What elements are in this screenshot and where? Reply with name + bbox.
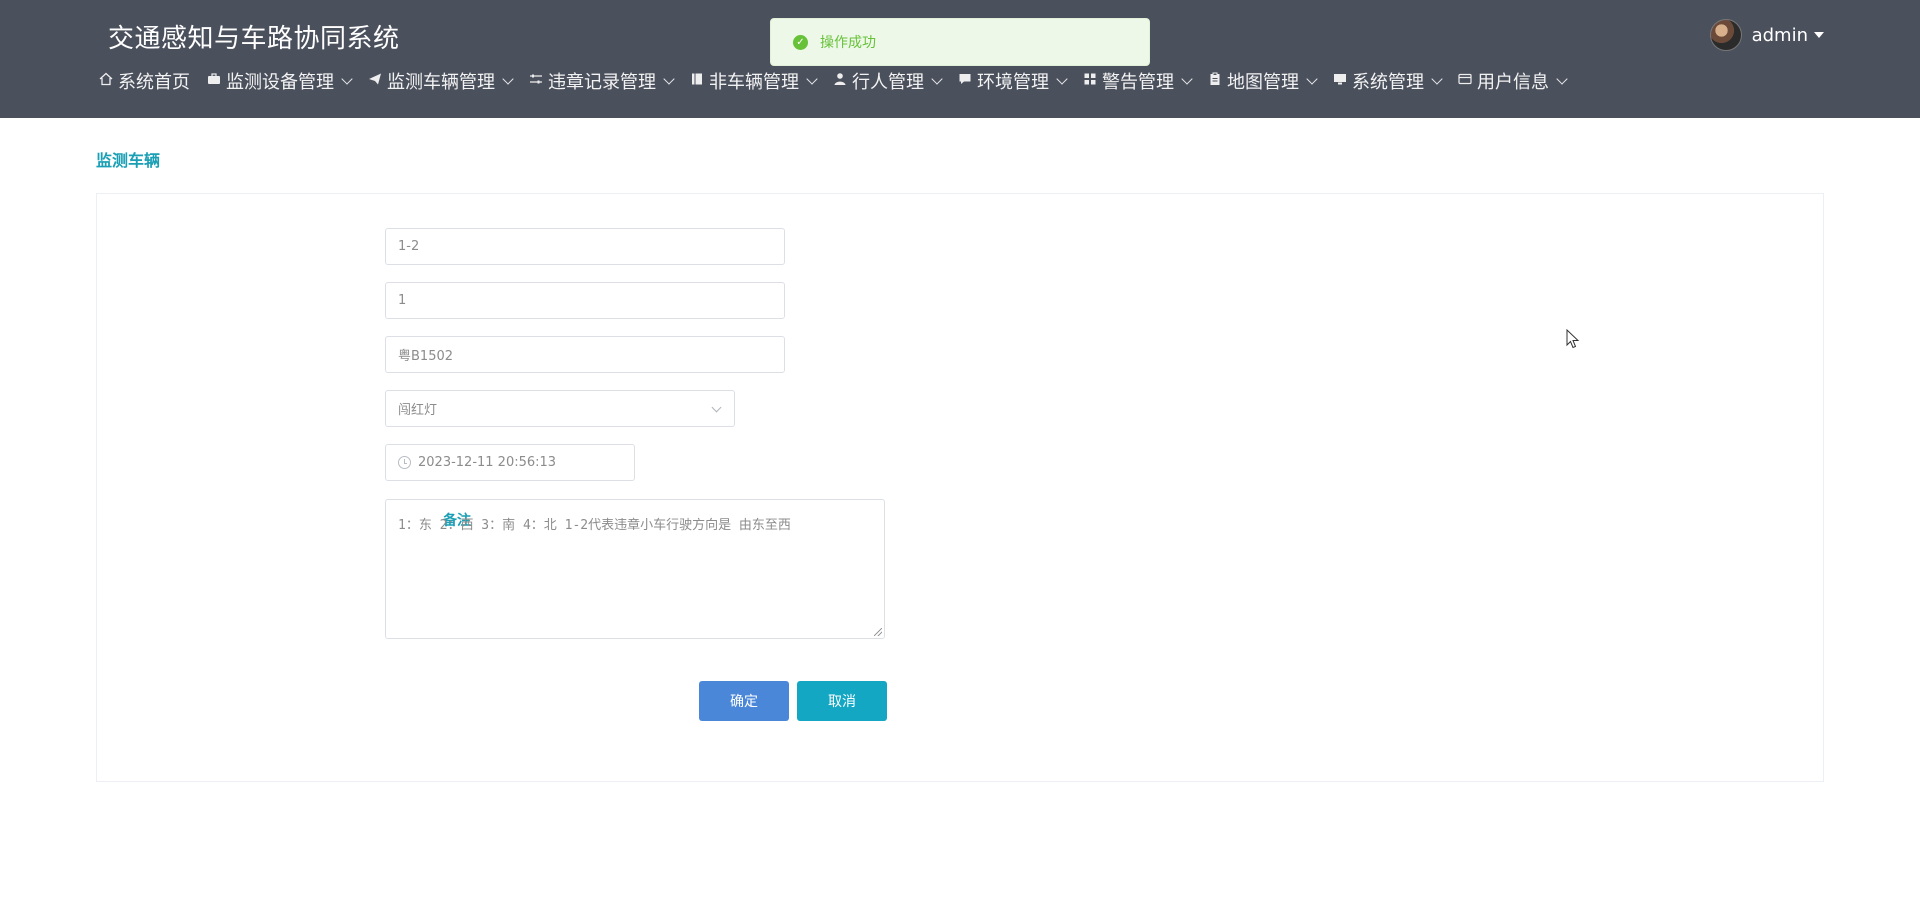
nav-item-map[interactable]: 地图管理: [1207, 68, 1318, 94]
plate-input[interactable]: 粤B1502: [385, 336, 785, 373]
nav-item-pedestrian[interactable]: 行人管理: [832, 68, 943, 94]
direction-no-input[interactable]: 1-2: [385, 228, 785, 265]
nav-item-label: 非车辆管理: [709, 72, 799, 93]
nav-item-system[interactable]: 系统管理: [1332, 68, 1443, 94]
avatar[interactable]: [1709, 19, 1742, 51]
card-icon: [1457, 72, 1473, 90]
direction-no-value: 1-2: [398, 239, 420, 254]
form-panel: 方位编号 1-2 小车牌号 1 车牌号码 粤B1502 类型 闯红灯 时间 20…: [96, 193, 1824, 782]
time-value: 2023-12-11 20:56:13: [418, 455, 557, 470]
main-nav: 系统首页 监测设备管理 监测车辆管理 违章记录管理 非车辆管理 行人管理 环境管…: [98, 68, 1582, 94]
book-icon: [689, 72, 705, 90]
nav-item-label: 行人管理: [852, 72, 924, 93]
monitor-icon: [1332, 72, 1348, 90]
time-picker[interactable]: 2023-12-11 20:56:13: [385, 444, 635, 481]
chevron-down-icon: [1431, 72, 1443, 85]
nav-item-user-info[interactable]: 用户信息: [1457, 68, 1568, 94]
app-title: 交通感知与车路协同系统: [108, 24, 400, 54]
nav-item-home[interactable]: 系统首页: [98, 68, 190, 94]
nav-item-warning[interactable]: 警告管理: [1082, 68, 1193, 94]
resize-grip-icon[interactable]: [874, 628, 882, 636]
toast-message: 操作成功: [820, 35, 876, 51]
nav-item-label: 用户信息: [1477, 72, 1549, 93]
chevron-down-icon: [1056, 72, 1068, 85]
grid-icon: [1082, 72, 1098, 90]
nav-item-label: 警告管理: [1102, 72, 1174, 93]
user-menu[interactable]: admin: [1709, 18, 1824, 52]
nav-item-label: 系统管理: [1352, 72, 1424, 93]
success-toast: ✓ 操作成功: [770, 18, 1150, 66]
chevron-down-icon: [1181, 72, 1193, 85]
remark-textarea[interactable]: 1：东 2：西 3：南 4：北 1-2代表违章小车行驶方向是 由东至西: [385, 499, 885, 639]
comment-icon: [957, 72, 973, 90]
username: admin: [1751, 24, 1808, 46]
sliders-icon: [528, 72, 544, 90]
chevron-down-icon: [806, 72, 818, 85]
chevron-down-icon: [502, 72, 514, 85]
chevron-down-icon: [663, 72, 675, 85]
car-no-input[interactable]: 1: [385, 282, 785, 319]
nav-item-label: 系统首页: [118, 72, 190, 93]
nav-item-vehicle[interactable]: 监测车辆管理: [367, 68, 514, 94]
person-icon: [832, 72, 848, 90]
chevron-down-icon: [711, 402, 722, 413]
type-select[interactable]: 闯红灯: [385, 390, 735, 427]
nav-item-label: 监测设备管理: [226, 72, 334, 93]
cancel-button[interactable]: 取消: [797, 681, 887, 721]
chevron-down-icon: [1306, 72, 1318, 85]
mouse-cursor-icon: [1566, 329, 1580, 349]
nav-item-nonvehicle[interactable]: 非车辆管理: [689, 68, 818, 94]
check-circle-icon: ✓: [793, 34, 808, 50]
chevron-down-icon: [1556, 72, 1568, 85]
confirm-button[interactable]: 确定: [699, 681, 789, 721]
chevron-down-icon: [931, 72, 943, 85]
nav-item-label: 环境管理: [977, 72, 1049, 93]
home-icon: [98, 72, 114, 90]
remark-value: 1：东 2：西 3：南 4：北 1-2代表违章小车行驶方向是 由东至西: [398, 518, 791, 533]
caret-down-icon: [1814, 32, 1824, 38]
type-value: 闯红灯: [398, 403, 438, 418]
nav-item-environment[interactable]: 环境管理: [957, 68, 1068, 94]
nav-item-violation[interactable]: 违章记录管理: [528, 68, 675, 94]
car-no-value: 1: [398, 293, 407, 308]
nav-item-label: 违章记录管理: [548, 72, 656, 93]
breadcrumb: 监测车辆: [96, 151, 161, 170]
nav-item-label: 监测车辆管理: [387, 72, 495, 93]
clipboard-icon: [1207, 72, 1223, 90]
clock-icon: [398, 456, 411, 469]
nav-item-device[interactable]: 监测设备管理: [206, 68, 353, 94]
paper-plane-icon: [367, 72, 383, 90]
plate-value: 粤B1502: [398, 349, 454, 364]
chevron-down-icon: [341, 72, 353, 85]
briefcase-icon: [206, 72, 222, 90]
nav-item-label: 地图管理: [1227, 72, 1299, 93]
